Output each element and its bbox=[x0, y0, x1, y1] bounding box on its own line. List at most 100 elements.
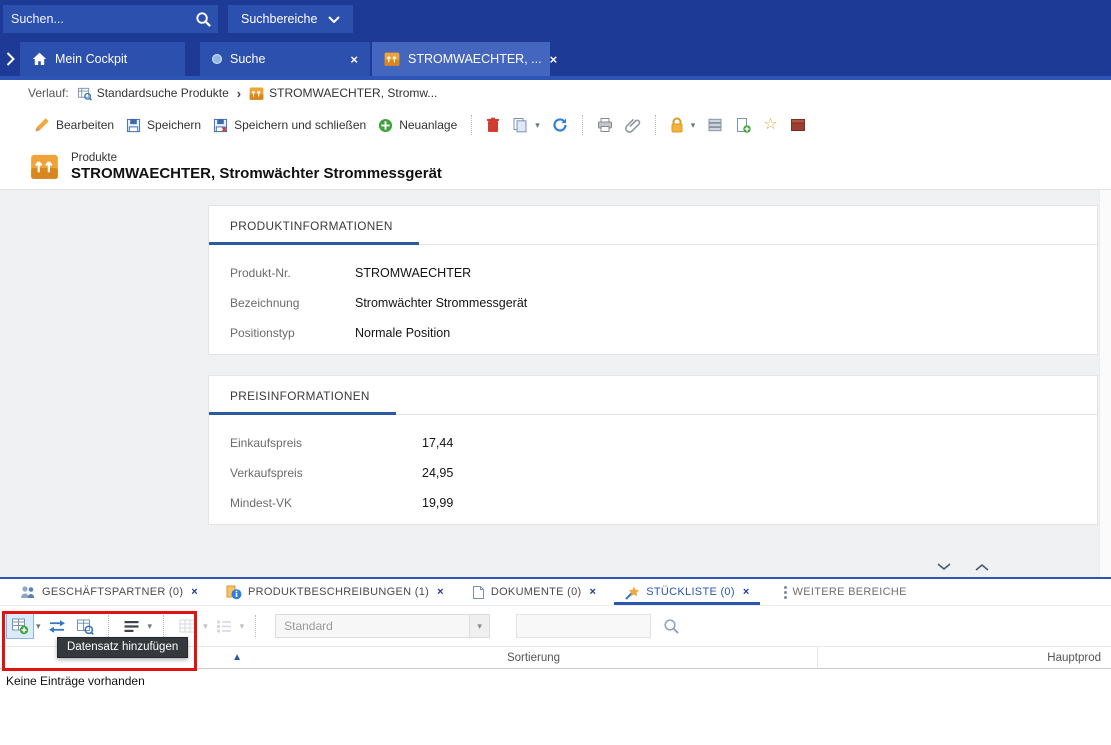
plus-circle-icon bbox=[378, 118, 393, 133]
tab-label: WEITERE BEREICHE bbox=[793, 586, 907, 598]
tab-produktbeschreibungen[interactable]: PRODUKTBESCHREIBUNGEN (1) × bbox=[214, 579, 456, 605]
global-search-input[interactable] bbox=[3, 5, 195, 33]
chevron-down-icon[interactable]: ▾ bbox=[691, 120, 696, 131]
save-label: Speichern bbox=[147, 118, 201, 132]
tab-suche[interactable]: Suche × bbox=[200, 42, 370, 76]
tab-produktinformationen[interactable]: PRODUKTINFORMATIONEN bbox=[209, 206, 419, 245]
breadcrumb-separator-icon: › bbox=[237, 86, 241, 101]
filter-search-icon[interactable] bbox=[663, 618, 680, 635]
checklist-icon bbox=[216, 619, 232, 633]
add-record-dropdown[interactable]: ▾ bbox=[36, 621, 41, 632]
field-row: Verkaufspreis 24,95 bbox=[230, 458, 1097, 488]
refresh-button[interactable] bbox=[546, 113, 574, 137]
view-menu-dropdown[interactable]: ▾ bbox=[148, 621, 153, 632]
tab-stueckliste[interactable]: STÜCKLISTE (0) × bbox=[612, 579, 761, 605]
tab-mein-cockpit[interactable]: Mein Cockpit bbox=[20, 42, 185, 76]
save-close-icon bbox=[213, 118, 228, 133]
close-icon[interactable]: × bbox=[550, 53, 558, 66]
grid-view-button[interactable] bbox=[173, 613, 201, 639]
dossier-button[interactable] bbox=[784, 114, 812, 136]
search-icon[interactable] bbox=[195, 11, 212, 28]
vertical-dots-icon bbox=[784, 586, 787, 599]
new-label: Neuanlage bbox=[399, 118, 457, 132]
edit-button[interactable]: Bearbeiten bbox=[28, 113, 120, 137]
archive-button[interactable] bbox=[701, 113, 729, 137]
transfer-records-button[interactable] bbox=[43, 613, 71, 639]
refresh-icon bbox=[552, 117, 568, 133]
page-title: STROMWAECHTER, Stromwächter Strommessger… bbox=[71, 165, 442, 182]
view-menu-button[interactable] bbox=[118, 613, 146, 639]
close-icon[interactable]: × bbox=[743, 586, 750, 598]
history-label: Verlauf: bbox=[28, 86, 69, 100]
home-icon bbox=[32, 52, 47, 66]
field-value: 19,99 bbox=[422, 496, 453, 510]
tab-scroll-left-button[interactable] bbox=[0, 42, 20, 76]
history-item-standardsuche[interactable]: Standardsuche Produkte bbox=[77, 86, 229, 101]
chevron-down-icon[interactable]: ▾ bbox=[469, 615, 489, 637]
add-record-icon bbox=[11, 617, 29, 635]
add-record-button[interactable] bbox=[6, 613, 34, 639]
search-areas-button[interactable]: Suchbereiche bbox=[228, 5, 353, 33]
grid-view-dropdown[interactable]: ▾ bbox=[203, 621, 208, 632]
record-toolbar: Bearbeiten Speichern Speichern und schli… bbox=[0, 106, 1111, 144]
collapse-panel-button[interactable] bbox=[933, 560, 955, 574]
delete-button[interactable] bbox=[480, 113, 506, 137]
favorite-button[interactable]: ☆ bbox=[757, 113, 783, 137]
product-icon bbox=[384, 51, 400, 67]
printer-icon bbox=[597, 117, 613, 133]
print-button[interactable] bbox=[591, 113, 619, 137]
new-linked-document-button[interactable] bbox=[729, 113, 757, 137]
close-icon[interactable]: × bbox=[437, 586, 444, 598]
star-icon: ☆ bbox=[763, 117, 777, 133]
history-item-label: Standardsuche Produkte bbox=[97, 86, 229, 100]
close-icon[interactable]: × bbox=[590, 586, 597, 598]
product-icon bbox=[249, 86, 264, 101]
save-and-close-button[interactable]: Speichern und schließen bbox=[207, 114, 372, 137]
tab-geschaeftspartner[interactable]: GESCHÄFTSPARTNER (0) × bbox=[8, 579, 210, 605]
history-item-label: STROMWAECHTER, Stromw... bbox=[269, 86, 437, 100]
tab-label: STROMWAECHTER, ... bbox=[408, 52, 542, 66]
tab-label: DOKUMENTE (0) bbox=[491, 586, 582, 598]
lock-button[interactable]: ▾ bbox=[664, 113, 702, 137]
tab-weitere-bereiche[interactable]: WEITERE BEREICHE bbox=[772, 579, 919, 605]
app-window: Suchbereiche Mein Cockpit Suche × STROMW… bbox=[0, 0, 1111, 745]
new-record-button[interactable]: Neuanlage bbox=[372, 114, 463, 137]
field-row: Positionstyp Normale Position bbox=[230, 318, 1097, 348]
price-info-card: PREISINFORMATIONEN Einkaufspreis 17,44 V… bbox=[208, 375, 1098, 525]
field-label: Positionstyp bbox=[230, 326, 355, 340]
field-row: Mindest-VK 19,99 bbox=[230, 488, 1097, 518]
filter-input[interactable] bbox=[516, 614, 651, 638]
tab-preisinformationen[interactable]: PREISINFORMATIONEN bbox=[209, 376, 396, 415]
close-icon[interactable]: × bbox=[191, 586, 198, 598]
save-button[interactable]: Speichern bbox=[120, 114, 207, 137]
chevron-down-icon[interactable]: ▾ bbox=[535, 120, 540, 131]
field-row: Produkt-Nr. STROMWAECHTER bbox=[230, 258, 1097, 288]
column-select-dropdown[interactable]: ▾ bbox=[240, 621, 245, 632]
history-item-stromwaechter[interactable]: STROMWAECHTER, Stromw... bbox=[249, 86, 437, 101]
toolbar-separator bbox=[582, 115, 583, 135]
product-icon bbox=[30, 152, 59, 181]
global-search-box[interactable] bbox=[3, 5, 218, 33]
product-info-card: PRODUKTINFORMATIONEN Produkt-Nr. STROMWA… bbox=[208, 205, 1098, 355]
attachment-button[interactable] bbox=[619, 113, 647, 137]
tab-stromwaechter[interactable]: STROMWAECHTER, ... × bbox=[372, 42, 550, 76]
scrollbar[interactable] bbox=[1099, 190, 1111, 577]
column-select-button[interactable] bbox=[210, 613, 238, 639]
field-row: Einkaufspreis 17,44 bbox=[230, 428, 1097, 458]
tab-label: Mein Cockpit bbox=[55, 52, 127, 66]
paperclip-icon bbox=[625, 117, 641, 133]
view-select-value: Standard bbox=[276, 619, 469, 633]
chevron-down-icon bbox=[328, 16, 340, 23]
tab-dokumente[interactable]: DOKUMENTE (0) × bbox=[460, 579, 608, 605]
view-select[interactable]: Standard ▾ bbox=[275, 614, 490, 638]
expand-panel-button[interactable] bbox=[971, 560, 993, 574]
sort-ascending-icon[interactable]: ▲ bbox=[232, 652, 242, 663]
card-tab-bar: PREISINFORMATIONEN bbox=[209, 376, 1097, 415]
close-icon[interactable]: × bbox=[350, 53, 358, 66]
column-header-hauptprodukt[interactable]: Hauptprod bbox=[818, 652, 1111, 664]
column-header-sortierung[interactable]: Sortierung bbox=[250, 647, 818, 668]
copy-button[interactable]: ▾ bbox=[506, 113, 546, 137]
record-header-text: Produkte STROMWAECHTER, Stromwächter Str… bbox=[71, 152, 442, 182]
field-label: Mindest-VK bbox=[230, 496, 422, 510]
search-records-button[interactable] bbox=[71, 613, 99, 639]
